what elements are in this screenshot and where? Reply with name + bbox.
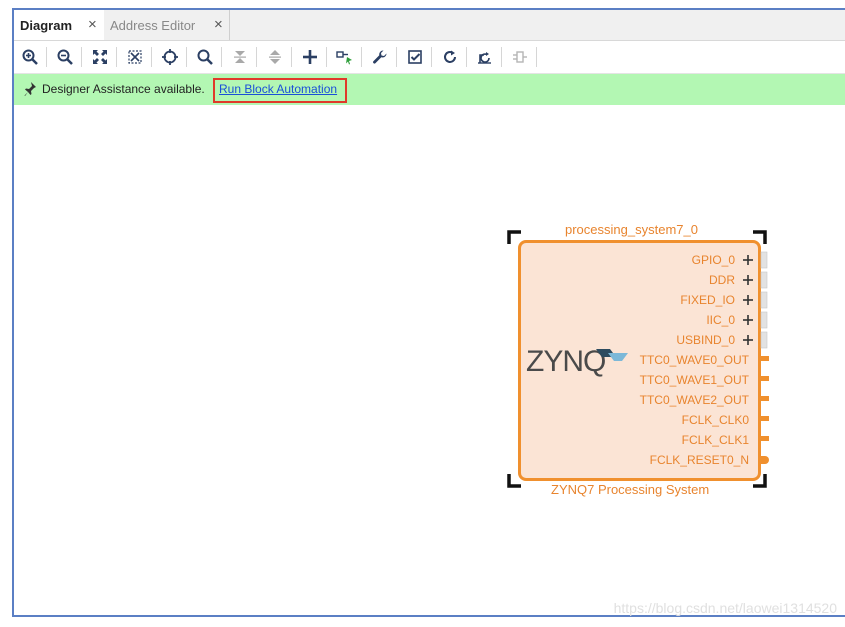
port-fclk-reset0-n[interactable]: FCLK_RESET0_N	[650, 453, 749, 467]
tab-bar: Diagram × Address Editor ×	[14, 10, 845, 41]
diagram-toolbar	[14, 41, 845, 74]
tab-address-editor[interactable]: Address Editor ×	[104, 10, 230, 40]
properties-wrench-icon[interactable]	[368, 45, 392, 69]
run-block-automation-link[interactable]: Run Block Automation	[219, 82, 337, 96]
ports-icon[interactable]	[508, 45, 532, 69]
port-gpio-0[interactable]: GPIO_0	[692, 253, 735, 267]
pin-icon	[24, 81, 38, 102]
close-icon[interactable]: ×	[88, 16, 97, 33]
port-ddr[interactable]: DDR	[709, 273, 735, 287]
regenerate-layout-icon[interactable]	[438, 45, 462, 69]
block-ip-name: ZYNQ7 Processing System	[551, 482, 710, 497]
output-port-pins	[759, 356, 769, 464]
port-usbind-0[interactable]: USBIND_0	[676, 333, 735, 347]
optimize-routing-icon[interactable]	[473, 45, 497, 69]
collapse-all-icon[interactable]	[228, 45, 252, 69]
zoom-fit-icon[interactable]	[88, 45, 112, 69]
zoom-out-icon[interactable]	[53, 45, 77, 69]
watermark: https://blog.csdn.net/laowei1314520	[613, 600, 837, 616]
validate-design-icon[interactable]	[403, 45, 427, 69]
close-icon[interactable]: ×	[214, 16, 223, 33]
assistance-message: Designer Assistance available.	[42, 82, 205, 96]
zoom-in-icon[interactable]	[18, 45, 42, 69]
zoom-selection-icon[interactable]	[123, 45, 147, 69]
port-ttc0-wave1-out[interactable]: TTC0_WAVE1_OUT	[640, 373, 749, 387]
center-icon[interactable]	[158, 45, 182, 69]
expand-all-icon[interactable]	[263, 45, 287, 69]
port-fclk-clk1[interactable]: FCLK_CLK1	[682, 433, 749, 447]
port-iic-0[interactable]: IIC_0	[706, 313, 735, 327]
zynq-logo: ZYNQ	[526, 345, 628, 379]
tab-diagram[interactable]: Diagram ×	[14, 10, 104, 40]
designer-assistance-banner: Designer Assistance available. Run Block…	[14, 74, 845, 105]
port-fixed-io[interactable]: FIXED_IO	[680, 293, 735, 307]
port-fclk-clk0[interactable]: FCLK_CLK0	[682, 413, 749, 427]
make-connection-icon[interactable]	[333, 45, 357, 69]
port-ttc0-wave2-out[interactable]: TTC0_WAVE2_OUT	[640, 393, 749, 407]
search-icon[interactable]	[193, 45, 217, 69]
interface-port-markers	[743, 251, 768, 349]
port-ttc0-wave0-out[interactable]: TTC0_WAVE0_OUT	[640, 353, 749, 367]
add-ip-icon[interactable]	[298, 45, 322, 69]
